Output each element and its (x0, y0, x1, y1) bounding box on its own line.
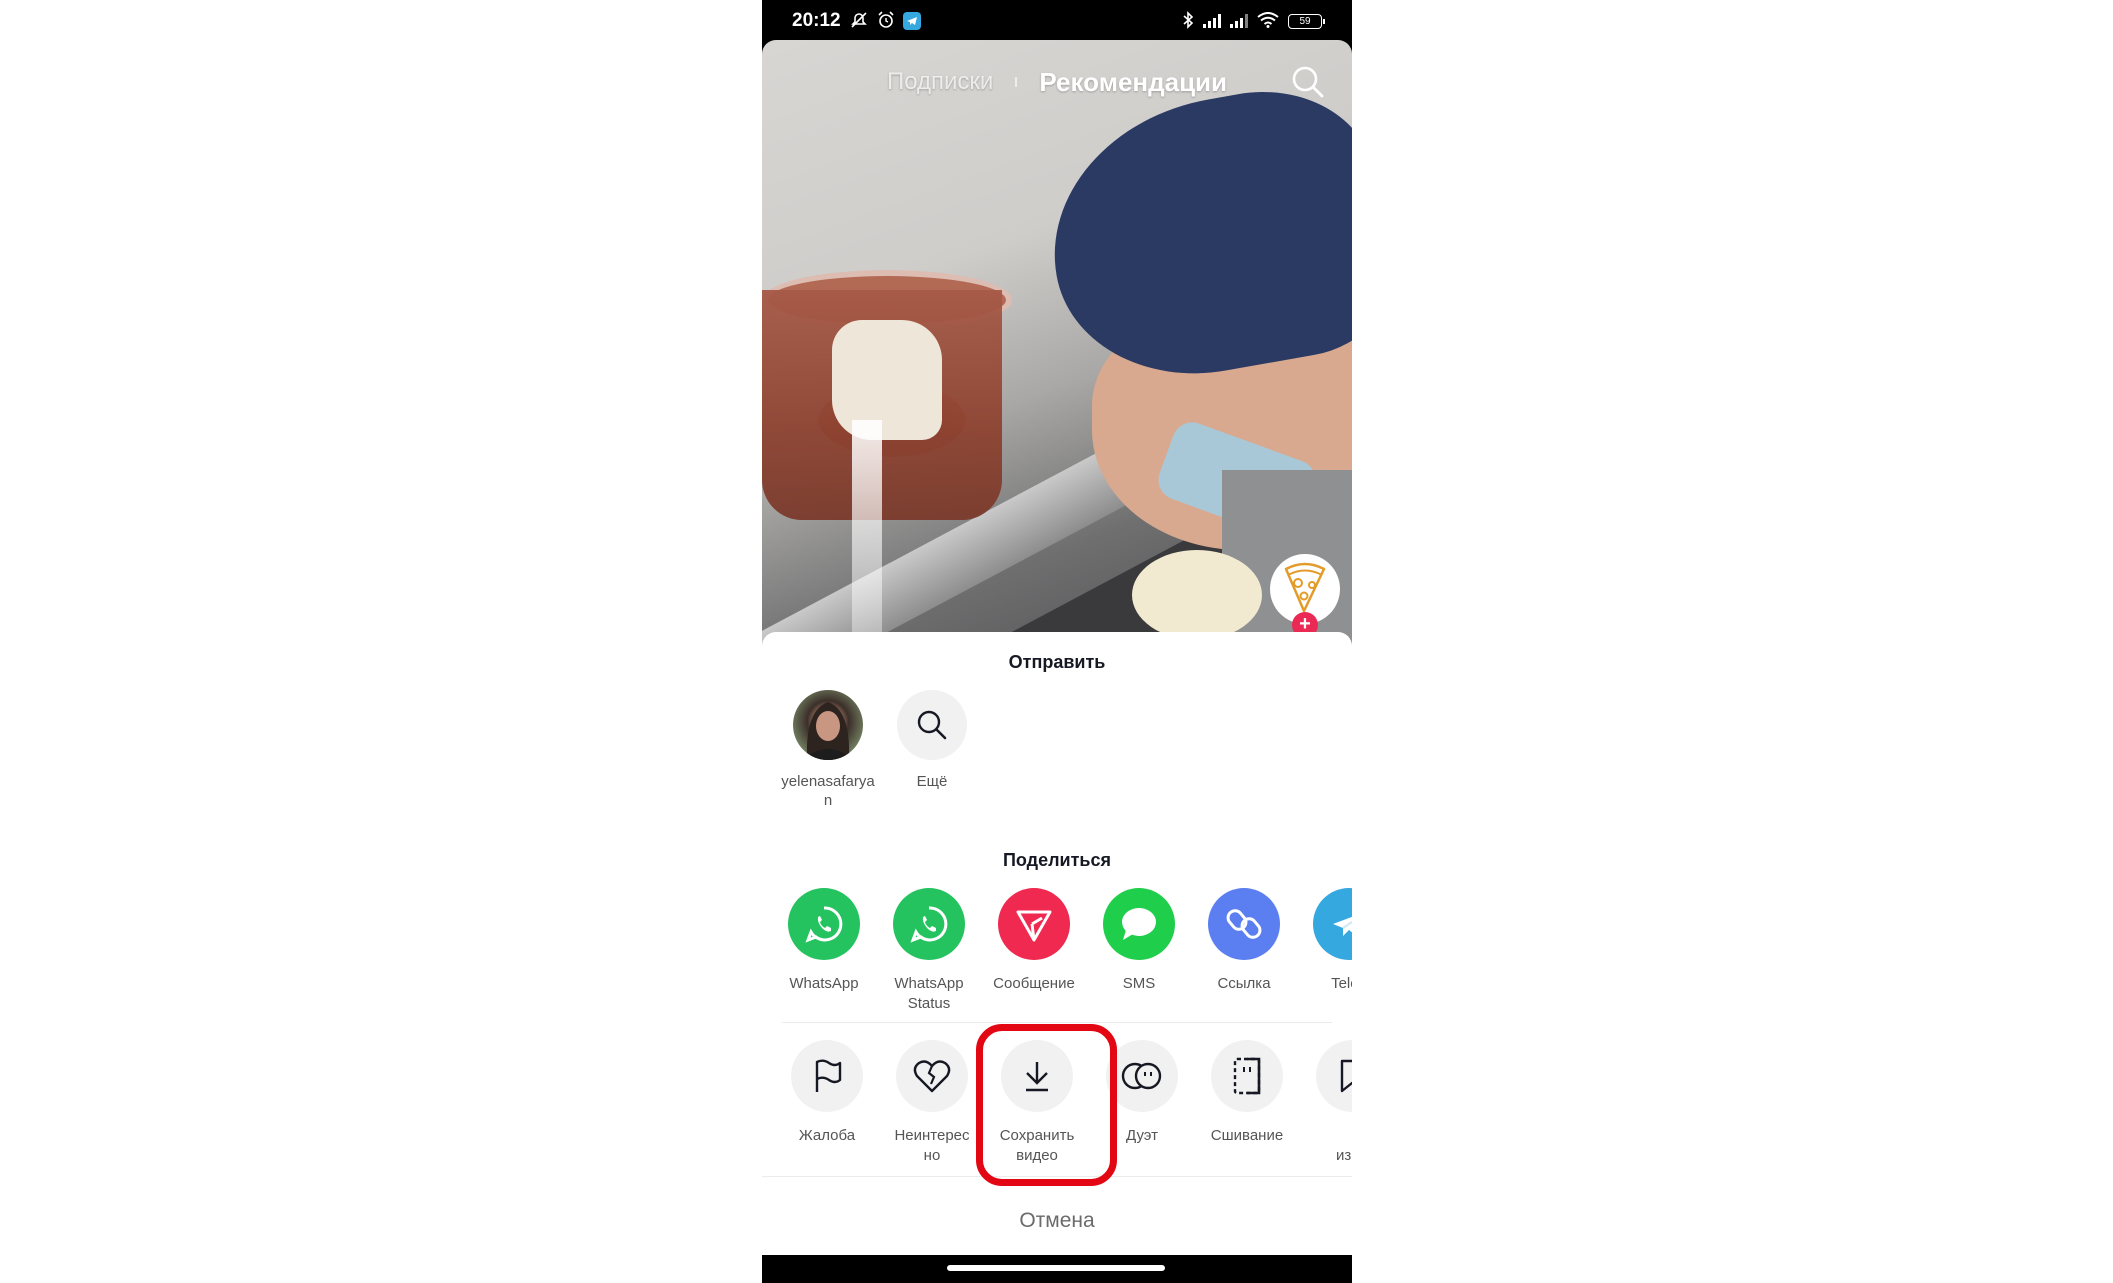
action-stitch[interactable]: Сшивание (1197, 1040, 1297, 1146)
system-nav-bar (762, 1255, 1352, 1283)
app-label: WhatsApp Status (894, 975, 964, 1012)
video-frame-detail (832, 320, 942, 440)
whatsapp-icon (788, 888, 860, 960)
broken-heart-icon (896, 1040, 968, 1112)
action-report[interactable]: Жалоба (777, 1040, 877, 1146)
home-indicator[interactable] (947, 1265, 1165, 1271)
share-sheet: Отправить yelenasafaryan Ещё Поделиться … (762, 632, 1352, 1255)
send-message-icon (998, 888, 1070, 960)
tab-following[interactable]: Подписки (887, 68, 993, 96)
alarm-icon (877, 10, 895, 32)
action-label: избр (1335, 1147, 1352, 1164)
bluetooth-icon (1182, 10, 1194, 32)
contact-name: yelenasafaryan (781, 773, 875, 809)
send-section-title: Отправить (1008, 652, 1106, 672)
whatsapp-icon (893, 888, 965, 960)
signal-icon (1203, 14, 1221, 28)
avatar (793, 690, 863, 760)
feed-tabs: Подписки Рекомендации (762, 62, 1352, 102)
action-label: Дуэт (1125, 1127, 1158, 1144)
action-label: Жалоба (798, 1127, 856, 1144)
share-copy-link[interactable]: Ссылка (1194, 888, 1294, 994)
action-duet[interactable]: Дуэт (1092, 1040, 1192, 1146)
tab-divider (1015, 77, 1018, 87)
section-divider (782, 1022, 1332, 1023)
action-not-interested[interactable]: Неинтерес но (882, 1040, 982, 1166)
battery-icon: 59 (1288, 13, 1325, 29)
share-telegram[interactable]: Teleg (1299, 888, 1352, 994)
download-icon (1001, 1040, 1073, 1112)
link-icon (1208, 888, 1280, 960)
video-frame-detail (852, 420, 882, 650)
pizza-slice-icon (1282, 561, 1328, 618)
telegram-notification-icon (902, 12, 921, 30)
more-label: Ещё (916, 773, 948, 790)
contact-yelenasafaryan[interactable]: yelenasafaryan (778, 690, 878, 810)
stitch-icon (1211, 1040, 1283, 1112)
search-icon (897, 690, 967, 760)
status-time: 20:12 (792, 10, 841, 31)
tab-for-you[interactable]: Рекомендации (1039, 67, 1227, 98)
status-bar: 20:12 59 (762, 0, 1352, 42)
telegram-icon (1313, 888, 1352, 960)
action-label: Неинтерес но (894, 1127, 970, 1164)
app-label: WhatsApp (789, 975, 859, 992)
flag-icon (791, 1040, 863, 1112)
share-sms[interactable]: SMS (1089, 888, 1189, 994)
sms-bubble-icon (1103, 888, 1175, 960)
app-label: Ссылка (1217, 975, 1271, 992)
app-label: SMS (1122, 975, 1156, 992)
share-message[interactable]: Сообщение (984, 888, 1084, 994)
signal-icon (1230, 14, 1248, 28)
cancel-button[interactable]: Отмена (762, 1197, 1352, 1245)
bookmark-icon (1316, 1040, 1352, 1112)
share-whatsapp-status[interactable]: WhatsApp Status (879, 888, 979, 1014)
share-section-title: Поделиться (1002, 850, 1112, 870)
muted-bell-icon (849, 11, 869, 32)
app-label: Сообщение (993, 975, 1075, 992)
action-label: Сшивание (1210, 1127, 1284, 1144)
video-frame-detail (1132, 550, 1262, 640)
wifi-icon (1257, 11, 1279, 31)
action-add-to-favorites[interactable]: избр (1302, 1040, 1352, 1166)
action-save-video[interactable]: Сохранить видео (987, 1040, 1087, 1166)
share-whatsapp[interactable]: WhatsApp (774, 888, 874, 994)
search-icon[interactable] (1290, 64, 1326, 100)
video-frame-detail (1031, 73, 1352, 397)
action-label: Сохранить видео (999, 1127, 1075, 1164)
phone-screen: 20:12 59 Подписки Рекомендации + Отправи… (762, 0, 1352, 1283)
section-divider (762, 1176, 1352, 1177)
app-label: Teleg (1331, 975, 1352, 992)
more-contacts-button[interactable]: Ещё (882, 690, 982, 791)
video-player[interactable] (762, 40, 1352, 650)
duet-icon (1106, 1040, 1178, 1112)
